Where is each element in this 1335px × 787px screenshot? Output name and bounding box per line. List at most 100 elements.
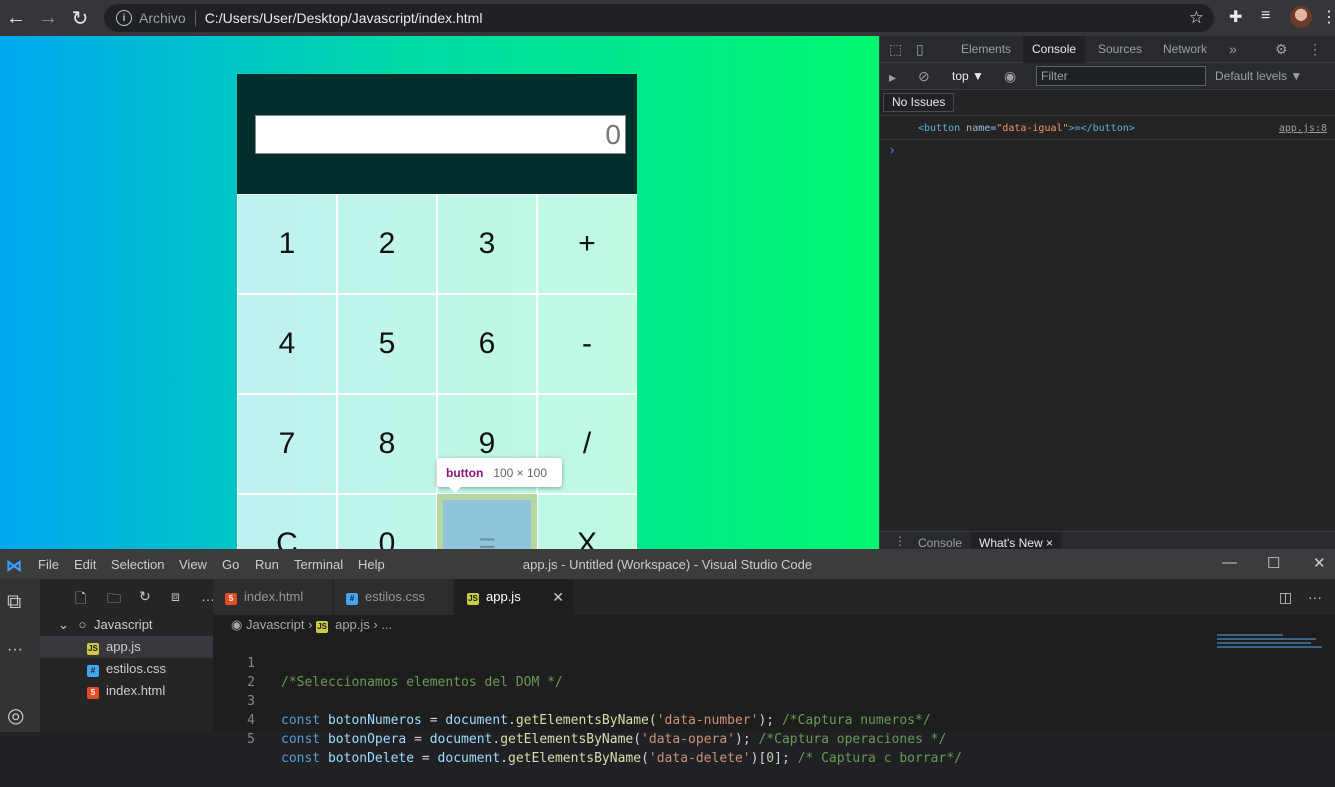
drawer-menu-icon[interactable]: ⋮ (894, 534, 906, 548)
minimize-icon[interactable]: — (1222, 554, 1237, 571)
tab-estilos-css[interactable]: # estilos.css (334, 579, 454, 615)
key-equals[interactable]: = (437, 494, 537, 549)
breadcrumb-folder[interactable]: Javascript (246, 617, 305, 632)
code-token: ) (750, 751, 759, 766)
folder-javascript[interactable]: ⌄ ○ Javascript (40, 614, 213, 636)
key-0[interactable]: 0 (337, 494, 437, 549)
tab-label: estilos.css (365, 589, 425, 604)
devtools-menu-icon[interactable]: ⋮ (1308, 41, 1322, 58)
tab-elements[interactable]: Elements (952, 36, 1020, 63)
refresh-icon[interactable]: ↻ (139, 588, 151, 605)
account-icon[interactable]: ◎ (7, 703, 24, 728)
inspect-element-icon[interactable]: ⬚ (889, 41, 902, 58)
context-selector[interactable]: top ▼ (952, 69, 984, 83)
sidebar-toggle-icon[interactable]: ▸ (889, 69, 896, 86)
bookmark-star-icon[interactable]: ☆ (1189, 8, 1204, 28)
code-token: ] (774, 751, 782, 766)
close-window-icon[interactable]: ✕ (1313, 554, 1326, 572)
tab-app-js[interactable]: JS app.js ✕ (455, 579, 575, 615)
collapse-all-icon[interactable]: ⧈ (171, 588, 180, 605)
key-minus[interactable]: - (537, 294, 637, 394)
reload-icon[interactable]: ↻ (64, 2, 96, 34)
console-log-entry[interactable]: <button name="data-igual">=</button> app… (880, 120, 1335, 140)
file-estilos-css[interactable]: # estilos.css (40, 658, 213, 680)
chevron-down-icon: ⌄ (58, 617, 69, 632)
code-editor[interactable]: 1 /*Seleccionamos elementos del DOM */ 2… (213, 635, 1335, 766)
console-filter-input[interactable]: Filter (1036, 66, 1206, 86)
info-icon[interactable]: i (116, 10, 132, 26)
tab-index-html[interactable]: 5 index.html (213, 579, 333, 615)
editor-more-icon[interactable]: ··· (1308, 589, 1322, 605)
new-folder-icon[interactable]: 🗀 (107, 588, 121, 612)
more-menu-icon[interactable]: ⋮ (1321, 7, 1335, 27)
url-text[interactable]: C:/Users/User/Desktop/Javascript/index.h… (205, 10, 483, 26)
tab-console[interactable]: Console (1023, 36, 1086, 63)
explorer-sidebar: 🗋 🗀 ↻ ⧈ … ⌄ ○ Javascript JS app.js # estil… (40, 579, 215, 732)
key-3[interactable]: 3 (437, 194, 537, 294)
file-index-html[interactable]: 5 index.html (40, 680, 213, 702)
key-1[interactable]: 1 (237, 194, 337, 294)
more-tabs-icon[interactable]: » (1229, 41, 1237, 57)
code-token: botonDelete (327, 751, 415, 766)
code-token: const (281, 732, 321, 747)
breadcrumb-chevron-icon: › (308, 617, 313, 632)
close-icon[interactable]: × (1046, 536, 1053, 550)
drawer-tab-whats-new[interactable]: What's New × (971, 532, 1061, 550)
devtools-drawer: ⋮ Console What's New × (880, 531, 1335, 550)
breadcrumb-rest[interactable]: ... (381, 617, 392, 632)
close-icon[interactable]: ✕ (552, 579, 564, 615)
eye-icon[interactable]: ◉ (1004, 68, 1016, 85)
clear-console-icon[interactable]: ⊘ (918, 68, 930, 85)
key-6[interactable]: 6 (437, 294, 537, 394)
logged-element[interactable]: <button name="data-igual">=</button> (918, 123, 1135, 134)
more-views-icon[interactable]: ··· (7, 641, 23, 659)
key-multiply[interactable]: X (537, 494, 637, 549)
address-bar[interactable]: i Archivo C:/Users/User/Desktop/Javascri… (104, 4, 1214, 32)
log-levels-dropdown[interactable]: Default levels ▼ (1215, 69, 1302, 83)
calculator-display-area: 0 (237, 74, 637, 194)
back-arrow-icon[interactable]: ← (0, 2, 32, 34)
breadcrumb-file[interactable]: app.js (335, 617, 370, 632)
log-tag-rest: >=</button> (1068, 123, 1135, 134)
split-editor-icon[interactable]: ◫ (1279, 589, 1292, 606)
key-5[interactable]: 5 (337, 294, 437, 394)
device-toolbar-icon[interactable]: ▯ (916, 41, 924, 58)
code-text: /*Seleccionamos elementos del DOM */ (281, 675, 563, 690)
key-8[interactable]: 8 (337, 394, 437, 494)
html-file-icon: 5 (225, 593, 237, 605)
console-toolbar: ▸ ⊘ top ▼ ◉ Filter Default levels ▼ (880, 63, 1335, 90)
minimap[interactable] (1217, 634, 1327, 654)
issues-button[interactable]: No Issues (883, 93, 955, 112)
explorer-icon[interactable]: ⧉ (7, 591, 21, 614)
new-file-icon[interactable]: 🗋 (75, 588, 86, 612)
puzzle-icon[interactable]: ✚ (1229, 7, 1242, 27)
tab-sources[interactable]: Sources (1089, 36, 1151, 63)
key-4[interactable]: 4 (237, 294, 337, 394)
maximize-icon[interactable]: ☐ (1267, 554, 1280, 572)
file-app-js[interactable]: JS app.js (40, 636, 213, 658)
log-source-link[interactable]: app.js:8 (1279, 123, 1327, 134)
gear-icon[interactable]: ⚙ (1275, 41, 1288, 58)
breadcrumb-folder-icon: ◉ (231, 617, 243, 632)
profile-avatar[interactable] (1290, 6, 1312, 28)
tab-network[interactable]: Network (1154, 36, 1216, 63)
vscode-window: ⋈ File Edit Selection View Go Run Termin… (0, 549, 1335, 766)
console-prompt[interactable]: › (890, 142, 894, 157)
forward-arrow-icon[interactable]: → (32, 2, 64, 34)
reading-list-icon[interactable]: ≡ (1261, 7, 1270, 25)
code-token: ; (766, 713, 775, 728)
key-7[interactable]: 7 (237, 394, 337, 494)
key-clear[interactable]: C (237, 494, 337, 549)
drawer-tab-console[interactable]: Console (910, 532, 970, 550)
address-divider (194, 10, 196, 26)
key-2[interactable]: 2 (337, 194, 437, 294)
key-plus[interactable]: + (537, 194, 637, 294)
page-viewport: 0 1 2 3 + 4 5 6 - 7 8 9 / C 0 = X button… (0, 36, 879, 549)
